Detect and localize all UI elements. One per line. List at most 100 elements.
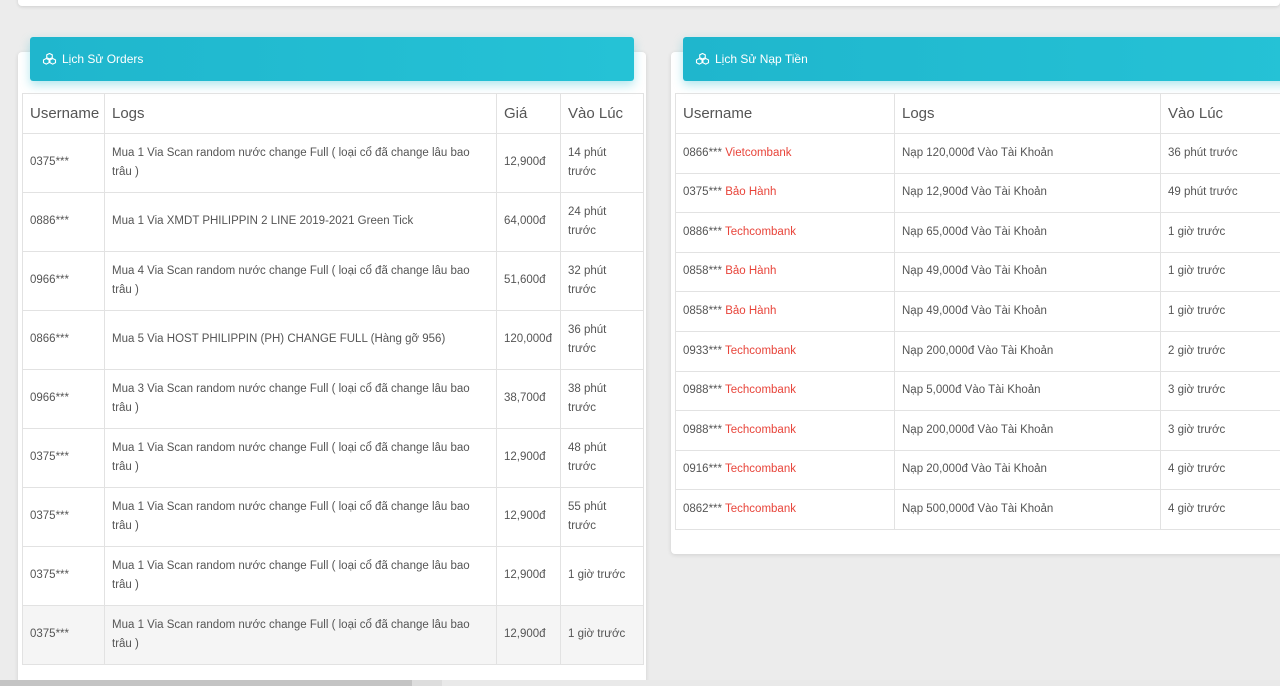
table-row: 0375*** Mua 1 Via Scan random nước chang… bbox=[22, 605, 644, 665]
col-time: Vào Lúc bbox=[560, 93, 644, 134]
scrollbar-thumb[interactable] bbox=[0, 680, 412, 686]
deposit-log: Nạp 49,000đ Vào Tài Khoản bbox=[894, 251, 1161, 293]
deposit-user: 0988*** bbox=[683, 384, 723, 397]
deposit-time: 4 giờ trước bbox=[1160, 449, 1280, 491]
order-user: 0375*** bbox=[22, 605, 105, 665]
table-row: 0862*** Techcombank Nạp 500,000đ Vào Tài… bbox=[675, 489, 1280, 530]
deposit-time: 1 giờ trước bbox=[1160, 291, 1280, 332]
deposit-time: 49 phút trước bbox=[1160, 172, 1280, 214]
order-log: Mua 1 Via Scan random nước change Full (… bbox=[104, 605, 497, 665]
order-price: 51,600đ bbox=[496, 251, 561, 311]
deposits-title: Lịch Sử Nạp Tiền bbox=[715, 52, 808, 66]
table-row: 0375*** Mua 1 Via Scan random nước chang… bbox=[22, 428, 644, 488]
deposit-user-cell: 0988*** Techcombank bbox=[675, 370, 895, 412]
deposit-user-cell: 0866*** Vietcombank bbox=[675, 133, 895, 174]
order-price: 120,000đ bbox=[496, 310, 561, 370]
scrollbar-track-segment bbox=[442, 680, 1280, 686]
table-row: 0866*** Mua 5 Via HOST PHILIPPIN (PH) CH… bbox=[22, 310, 644, 370]
orders-card: Lịch Sử Orders Username Logs Giá Vào Lúc… bbox=[18, 37, 646, 686]
deposit-user-cell: 0988*** Techcombank bbox=[675, 410, 895, 451]
deposit-time: 2 giờ trước bbox=[1160, 330, 1280, 372]
deposit-time: 36 phút trước bbox=[1160, 133, 1280, 174]
table-row: 0375*** Mua 1 Via Scan random nước chang… bbox=[22, 546, 644, 606]
orders-header-row: Username Logs Giá Vào Lúc bbox=[22, 93, 644, 134]
order-log: Mua 1 Via Scan random nước change Full (… bbox=[104, 487, 497, 547]
deposit-bank: Techcombank bbox=[725, 225, 796, 238]
order-price: 12,900đ bbox=[496, 428, 561, 488]
deposit-log: Nạp 65,000đ Vào Tài Khoản bbox=[894, 212, 1161, 253]
deposit-log: Nạp 200,000đ Vào Tài Khoản bbox=[894, 410, 1161, 451]
deposit-bank: Bảo Hành bbox=[725, 304, 777, 317]
deposit-bank: Techcombank bbox=[725, 423, 796, 436]
deposits-table: Username Logs Vào Lúc 0866*** Vietcomban… bbox=[675, 93, 1280, 530]
deposit-log: Nạp 500,000đ Vào Tài Khoản bbox=[894, 489, 1161, 530]
table-row: 0858*** Bảo Hành Nạp 49,000đ Vào Tài Kho… bbox=[675, 291, 1280, 332]
deposit-time: 1 giờ trước bbox=[1160, 212, 1280, 253]
deposit-user-cell: 0916*** Techcombank bbox=[675, 449, 895, 491]
order-user: 0886*** bbox=[22, 192, 105, 252]
orders-title: Lịch Sử Orders bbox=[62, 52, 144, 66]
order-user: 0375*** bbox=[22, 546, 105, 606]
top-panel bbox=[18, 0, 1280, 6]
order-user: 0966*** bbox=[22, 369, 105, 429]
order-log: Mua 4 Via Scan random nước change Full (… bbox=[104, 251, 497, 311]
col-logs: Logs bbox=[104, 93, 497, 134]
table-row: 0886*** Mua 1 Via XMDT PHILIPPIN 2 LINE … bbox=[22, 192, 644, 252]
deposit-time: 1 giờ trước bbox=[1160, 251, 1280, 293]
col-price: Giá bbox=[496, 93, 561, 134]
deposit-user: 0862*** bbox=[683, 502, 723, 515]
deposit-time: 4 giờ trước bbox=[1160, 489, 1280, 530]
deposit-user-cell: 0375*** Bảo Hành bbox=[675, 172, 895, 214]
deposit-bank: Vietcombank bbox=[725, 146, 792, 159]
deposit-user: 0933*** bbox=[683, 344, 723, 357]
deposits-card: Lịch Sử Nạp Tiền Username Logs Vào Lúc 0… bbox=[671, 37, 1280, 554]
order-price: 12,900đ bbox=[496, 133, 561, 193]
table-row: 0966*** Mua 3 Via Scan random nước chang… bbox=[22, 369, 644, 429]
order-price: 12,900đ bbox=[496, 546, 561, 606]
deposit-log: Nạp 200,000đ Vào Tài Khoản bbox=[894, 330, 1161, 372]
order-time: 14 phút trước bbox=[560, 133, 644, 193]
order-log: Mua 1 Via Scan random nước change Full (… bbox=[104, 428, 497, 488]
order-time: 32 phút trước bbox=[560, 251, 644, 311]
deposit-log: Nạp 49,000đ Vào Tài Khoản bbox=[894, 291, 1161, 332]
order-log: Mua 1 Via Scan random nước change Full (… bbox=[104, 133, 497, 193]
table-row: 0988*** Techcombank Nạp 200,000đ Vào Tài… bbox=[675, 410, 1280, 451]
cubes-icon bbox=[42, 53, 57, 65]
order-user: 0966*** bbox=[22, 251, 105, 311]
table-row: 0375*** Mua 1 Via Scan random nước chang… bbox=[22, 133, 644, 193]
horizontal-scrollbar[interactable] bbox=[0, 680, 1280, 686]
deposit-log: Nạp 20,000đ Vào Tài Khoản bbox=[894, 449, 1161, 491]
table-row: 0375*** Mua 1 Via Scan random nước chang… bbox=[22, 487, 644, 547]
table-row: 0988*** Techcombank Nạp 5,000đ Vào Tài K… bbox=[675, 370, 1280, 412]
deposit-bank: Techcombank bbox=[725, 463, 796, 476]
deposit-user: 0916*** bbox=[683, 463, 723, 476]
deposit-time: 3 giờ trước bbox=[1160, 410, 1280, 451]
deposit-user-cell: 0862*** Techcombank bbox=[675, 489, 895, 530]
order-time: 48 phút trước bbox=[560, 428, 644, 488]
deposit-user-cell: 0933*** Techcombank bbox=[675, 330, 895, 372]
deposit-user: 0858*** bbox=[683, 304, 723, 317]
order-price: 12,900đ bbox=[496, 487, 561, 547]
deposit-user: 0988*** bbox=[683, 423, 723, 436]
order-log: Mua 1 Via Scan random nước change Full (… bbox=[104, 546, 497, 606]
cubes-icon bbox=[695, 53, 710, 65]
table-row: 0866*** Vietcombank Nạp 120,000đ Vào Tài… bbox=[675, 133, 1280, 174]
deposit-bank: Techcombank bbox=[725, 344, 796, 357]
order-time: 38 phút trước bbox=[560, 369, 644, 429]
deposit-log: Nạp 120,000đ Vào Tài Khoản bbox=[894, 133, 1161, 174]
order-price: 12,900đ bbox=[496, 605, 561, 665]
col-username: Username bbox=[22, 93, 105, 134]
deposit-user: 0866*** bbox=[683, 146, 723, 159]
table-row: 0375*** Bảo Hành Nạp 12,900đ Vào Tài Kho… bbox=[675, 172, 1280, 214]
order-time: 55 phút trước bbox=[560, 487, 644, 547]
orders-header: Lịch Sử Orders bbox=[30, 37, 634, 81]
deposit-user-cell: 0886*** Techcombank bbox=[675, 212, 895, 253]
order-price: 38,700đ bbox=[496, 369, 561, 429]
deposit-log: Nạp 5,000đ Vào Tài Khoản bbox=[894, 370, 1161, 412]
order-time: 24 phút trước bbox=[560, 192, 644, 252]
order-user: 0375*** bbox=[22, 487, 105, 547]
table-row: 0858*** Bảo Hành Nạp 49,000đ Vào Tài Kho… bbox=[675, 251, 1280, 293]
deposit-user-cell: 0858*** Bảo Hành bbox=[675, 251, 895, 293]
table-row: 0886*** Techcombank Nạp 65,000đ Vào Tài … bbox=[675, 212, 1280, 253]
deposit-user: 0886*** bbox=[683, 225, 723, 238]
